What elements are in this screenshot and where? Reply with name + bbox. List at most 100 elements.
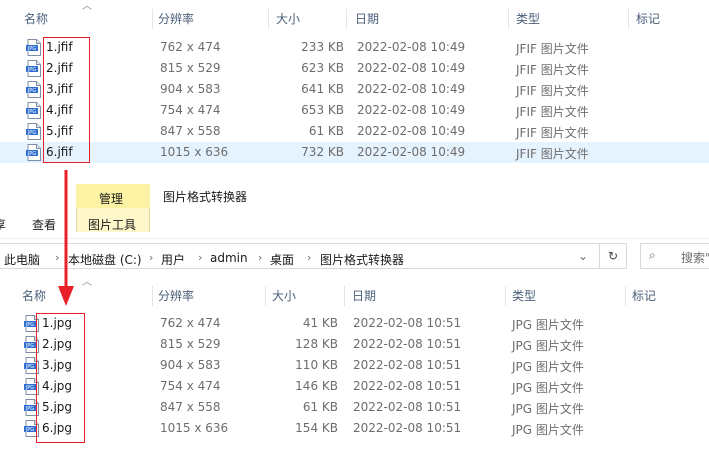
file-resolution: 904 x 583: [160, 82, 221, 96]
refresh-button[interactable]: ↻: [599, 243, 627, 269]
svg-text:JPG: JPG: [27, 151, 36, 157]
highlight-box-jpg: [36, 313, 85, 443]
svg-text:JPG: JPG: [25, 322, 34, 328]
file-size: 61 KB: [308, 124, 344, 138]
file-date: 2022-02-08 10:51: [353, 358, 462, 372]
ribbon: 管理 图片格式转换器 享 查看 图片工具: [0, 176, 709, 232]
svg-text:JPG: JPG: [25, 427, 34, 433]
tab-manage[interactable]: 管理: [99, 190, 123, 207]
file-date: 2022-02-08 10:51: [353, 400, 462, 414]
column-resolution[interactable]: 分辨率: [158, 287, 194, 304]
file-row[interactable]: JPG 6.jpg 1015 x 636 154 KB 2022-02-08 10:51…: [0, 418, 709, 439]
file-size: 623 KB: [301, 61, 344, 75]
file-row[interactable]: JPG 6.jfif 1015 x 636 732 KB 2022-02-08 10:4…: [0, 142, 709, 163]
column-size[interactable]: 大小: [272, 287, 296, 304]
jpg-file-icon: JPG: [26, 39, 41, 56]
refresh-icon: ↻: [607, 249, 619, 263]
top-file-list: ︿ 名称 分辨率 大小 日期 类型 标记 JPG 1.jfif 762 x 474 2…: [0, 0, 709, 176]
svg-text:JPG: JPG: [25, 406, 34, 412]
crumb-local-disk[interactable]: 本地磁盘 (C:): [68, 251, 142, 268]
svg-text:JPG: JPG: [27, 130, 36, 136]
crumb-admin[interactable]: admin: [210, 251, 248, 265]
column-resolution[interactable]: 分辨率: [158, 10, 194, 27]
tab-view[interactable]: 查看: [32, 216, 56, 233]
sort-up-icon: ︿: [82, 277, 92, 288]
column-header-row: ︿ 名称 分辨率 大小 日期 类型 标记: [0, 1, 709, 31]
file-resolution: 754 x 474: [160, 103, 221, 117]
column-type[interactable]: 类型: [512, 287, 536, 304]
file-size: 233 KB: [301, 40, 344, 54]
jpg-file-icon: JPG: [26, 102, 41, 119]
file-row[interactable]: JPG 2.jfif 815 x 529 623 KB 2022-02-08 10:49…: [0, 58, 709, 79]
file-size: 653 KB: [301, 103, 344, 117]
file-resolution: 762 x 474: [160, 40, 221, 54]
column-date[interactable]: 日期: [352, 287, 376, 304]
file-type: JPG 图片文件: [512, 339, 584, 353]
window-title: 图片格式转换器: [163, 190, 248, 204]
file-row[interactable]: JPG 2.jpg 815 x 529 128 KB 2022-02-08 10:51 J…: [0, 334, 709, 355]
jpg-file-icon: JPG: [26, 60, 41, 77]
crumb-this-pc[interactable]: 此电脑: [4, 251, 40, 268]
file-resolution: 1015 x 636: [160, 145, 229, 159]
file-size: 61 KB: [302, 400, 338, 414]
explorer-window: 管理 图片格式转换器 享 查看 图片工具 此电脑 › 本地磁盘 (C:) › 用…: [0, 176, 709, 456]
file-date: 2022-02-08 10:49: [357, 145, 466, 159]
file-size: 128 KB: [295, 337, 338, 351]
address-bar[interactable]: 此电脑 › 本地磁盘 (C:) › 用户 › admin › 桌面 › 图片格式…: [0, 243, 600, 269]
file-resolution: 762 x 474: [160, 316, 221, 330]
search-icon: ⌕: [649, 248, 656, 262]
file-resolution: 815 x 529: [160, 337, 221, 351]
file-row[interactable]: JPG 1.jpg 762 x 474 41 KB 2022-02-08 10:51 JP…: [0, 313, 709, 334]
chevron-right-icon[interactable]: ›: [307, 251, 311, 264]
column-date[interactable]: 日期: [355, 10, 379, 27]
file-size: 41 KB: [302, 316, 338, 330]
file-type: JFIF 图片文件: [516, 126, 589, 140]
jpg-file-icon: JPG: [26, 123, 41, 140]
file-type: JFIF 图片文件: [516, 147, 589, 161]
file-type: JFIF 图片文件: [516, 63, 589, 77]
file-type: JPG 图片文件: [512, 423, 584, 437]
file-type: JFIF 图片文件: [516, 42, 589, 56]
file-size: 146 KB: [295, 379, 338, 393]
column-size[interactable]: 大小: [276, 10, 300, 27]
file-row[interactable]: JPG 5.jfif 847 x 558 61 KB 2022-02-08 10:49 J…: [0, 121, 709, 142]
file-size: 110 KB: [295, 358, 338, 372]
column-name[interactable]: 名称: [22, 287, 46, 304]
file-size: 732 KB: [301, 145, 344, 159]
file-type: JPG 图片文件: [512, 318, 584, 332]
column-type[interactable]: 类型: [516, 10, 540, 27]
chevron-right-icon[interactable]: ›: [149, 251, 153, 264]
file-row[interactable]: JPG 3.jpg 904 x 583 110 KB 2022-02-08 10:51 J…: [0, 355, 709, 376]
file-row[interactable]: JPG 3.jfif 904 x 583 641 KB 2022-02-08 10:49…: [0, 79, 709, 100]
chevron-right-icon[interactable]: ›: [55, 251, 59, 264]
file-row[interactable]: JPG 5.jpg 847 x 558 61 KB 2022-02-08 10:51 JP…: [0, 397, 709, 418]
file-date: 2022-02-08 10:49: [357, 61, 466, 75]
crumb-users[interactable]: 用户: [161, 251, 185, 268]
column-tags[interactable]: 标记: [636, 10, 660, 27]
file-resolution: 904 x 583: [160, 358, 221, 372]
file-row[interactable]: JPG 4.jfif 754 x 474 653 KB 2022-02-08 10:49…: [0, 100, 709, 121]
file-date: 2022-02-08 10:49: [357, 82, 466, 96]
svg-text:JPG: JPG: [27, 67, 36, 73]
crumb-desktop[interactable]: 桌面: [270, 251, 294, 268]
tab-picture-tools[interactable]: 图片工具: [88, 216, 136, 233]
search-placeholder: 搜索": [681, 251, 709, 265]
file-row[interactable]: JPG 1.jfif 762 x 474 233 KB 2022-02-08 10:49…: [0, 37, 709, 58]
file-type: JFIF 图片文件: [516, 84, 589, 98]
chevron-right-icon[interactable]: ›: [258, 251, 262, 264]
search-input[interactable]: ⌕ 搜索": [640, 243, 709, 269]
tab-share[interactable]: 享: [0, 216, 6, 233]
file-resolution: 815 x 529: [160, 61, 221, 75]
svg-text:JPG: JPG: [25, 364, 34, 370]
column-tags[interactable]: 标记: [632, 287, 656, 304]
crumb-converter[interactable]: 图片格式转换器: [320, 251, 404, 268]
svg-text:JPG: JPG: [27, 88, 36, 94]
chevron-right-icon[interactable]: ›: [198, 251, 202, 264]
file-row[interactable]: JPG 4.jpg 754 x 474 146 KB 2022-02-08 10:51 J…: [0, 376, 709, 397]
file-size: 641 KB: [301, 82, 344, 96]
file-date: 2022-02-08 10:51: [353, 316, 462, 330]
column-name[interactable]: 名称: [24, 10, 48, 27]
sort-up-icon: ︿: [82, 1, 92, 12]
file-resolution: 1015 x 636: [160, 421, 229, 435]
chevron-down-icon[interactable]: ⌄: [578, 249, 588, 263]
